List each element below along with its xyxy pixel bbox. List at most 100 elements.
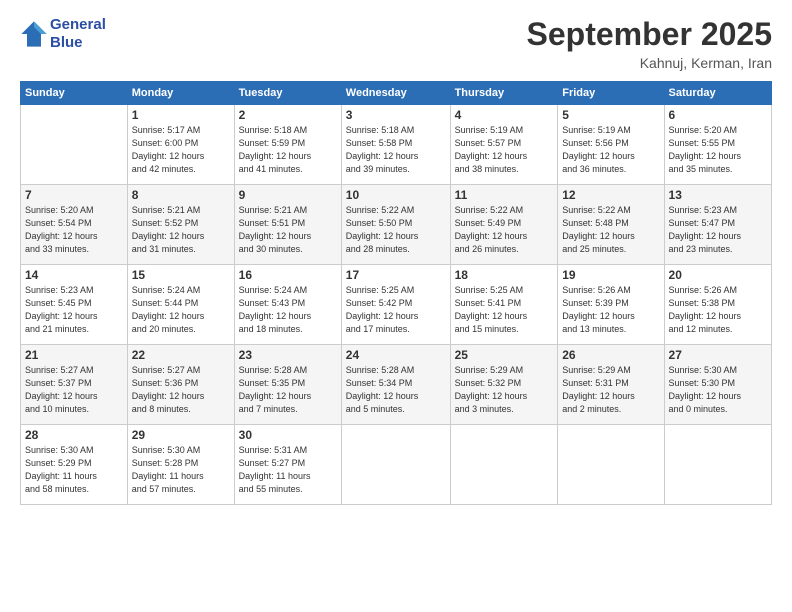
week-row-5: 28Sunrise: 5:30 AM Sunset: 5:29 PM Dayli… (21, 425, 772, 505)
cell-info: Sunrise: 5:23 AM Sunset: 5:47 PM Dayligh… (669, 204, 767, 256)
day-number: 9 (239, 188, 337, 202)
calendar-cell: 1 Sunrise: 5:17 AM Sunset: 6:00 PM Daylig… (127, 105, 234, 185)
cell-info: Sunrise: 5:31 AM Sunset: 5:27 PM Dayligh… (239, 444, 337, 496)
day-number: 7 (25, 188, 123, 202)
location: Kahnuj, Kerman, Iran (527, 55, 772, 71)
cell-info: Sunrise: 5:27 AM Sunset: 5:37 PM Dayligh… (25, 364, 123, 416)
day-number: 24 (346, 348, 446, 362)
cell-info: Sunrise: 5:26 AM Sunset: 5:39 PM Dayligh… (562, 284, 659, 336)
day-number: 29 (132, 428, 230, 442)
calendar-cell: 29 Sunrise: 5:30 AM Sunset: 5:28 PM Dayli… (127, 425, 234, 505)
day-number: 19 (562, 268, 659, 282)
calendar-cell: 14 Sunrise: 5:23 AM Sunset: 5:45 PM Dayli… (21, 265, 128, 345)
calendar-cell: 2 Sunrise: 5:18 AM Sunset: 5:59 PM Daylig… (234, 105, 341, 185)
header-row: SundayMondayTuesdayWednesdayThursdayFrid… (21, 82, 772, 105)
col-header-friday: Friday (558, 82, 664, 105)
calendar-cell: 5Sunrise: 5:19 AM Sunset: 5:56 PM Daylig… (558, 105, 664, 185)
title-block: September 2025 Kahnuj, Kerman, Iran (527, 16, 772, 71)
day-number: 21 (25, 348, 123, 362)
calendar-cell: 26Sunrise: 5:29 AM Sunset: 5:31 PM Dayli… (558, 345, 664, 425)
cell-info: Sunrise: 5:28 AM Sunset: 5:35 PM Dayligh… (239, 364, 337, 416)
week-row-4: 21 Sunrise: 5:27 AM Sunset: 5:37 PM Dayli… (21, 345, 772, 425)
cell-info: Sunrise: 5:27 AM Sunset: 5:36 PM Dayligh… (132, 364, 230, 416)
page: General Blue September 2025 Kahnuj, Kerm… (0, 0, 792, 612)
day-number: 10 (346, 188, 446, 202)
day-number: 28 (25, 428, 123, 442)
day-number: 3 (346, 108, 446, 122)
cell-info: Sunrise: 5:25 AM Sunset: 5:42 PM Dayligh… (346, 284, 446, 336)
col-header-thursday: Thursday (450, 82, 558, 105)
cell-info: Sunrise: 5:29 AM Sunset: 5:32 PM Dayligh… (455, 364, 554, 416)
calendar-cell: 25 Sunrise: 5:29 AM Sunset: 5:32 PM Dayli… (450, 345, 558, 425)
cell-info: Sunrise: 5:22 AM Sunset: 5:49 PM Dayligh… (455, 204, 554, 256)
cell-info: Sunrise: 5:21 AM Sunset: 5:52 PM Dayligh… (132, 204, 230, 256)
cell-info: Sunrise: 5:22 AM Sunset: 5:48 PM Dayligh… (562, 204, 659, 256)
day-number: 14 (25, 268, 123, 282)
day-number: 13 (669, 188, 767, 202)
col-header-tuesday: Tuesday (234, 82, 341, 105)
logo-icon (20, 20, 48, 48)
col-header-saturday: Saturday (664, 82, 771, 105)
calendar-cell: 17Sunrise: 5:25 AM Sunset: 5:42 PM Dayli… (341, 265, 450, 345)
calendar-cell (341, 425, 450, 505)
calendar-cell: 4Sunrise: 5:19 AM Sunset: 5:57 PM Daylig… (450, 105, 558, 185)
day-number: 25 (455, 348, 554, 362)
calendar-cell: 9 Sunrise: 5:21 AM Sunset: 5:51 PM Daylig… (234, 185, 341, 265)
logo: General Blue (20, 16, 106, 52)
cell-info: Sunrise: 5:18 AM Sunset: 5:59 PM Dayligh… (239, 124, 337, 176)
day-number: 8 (132, 188, 230, 202)
calendar-cell: 3 Sunrise: 5:18 AM Sunset: 5:58 PM Daylig… (341, 105, 450, 185)
day-number: 23 (239, 348, 337, 362)
calendar-cell: 16Sunrise: 5:24 AM Sunset: 5:43 PM Dayli… (234, 265, 341, 345)
cell-info: Sunrise: 5:24 AM Sunset: 5:44 PM Dayligh… (132, 284, 230, 336)
calendar-cell: 27Sunrise: 5:30 AM Sunset: 5:30 PM Dayli… (664, 345, 771, 425)
cell-info: Sunrise: 5:19 AM Sunset: 5:57 PM Dayligh… (455, 124, 554, 176)
calendar-cell: 24 Sunrise: 5:28 AM Sunset: 5:34 PM Dayli… (341, 345, 450, 425)
cell-info: Sunrise: 5:17 AM Sunset: 6:00 PM Dayligh… (132, 124, 230, 176)
header: General Blue September 2025 Kahnuj, Kerm… (20, 16, 772, 71)
day-number: 1 (132, 108, 230, 122)
day-number: 18 (455, 268, 554, 282)
col-header-wednesday: Wednesday (341, 82, 450, 105)
cell-info: Sunrise: 5:20 AM Sunset: 5:54 PM Dayligh… (25, 204, 123, 256)
calendar-cell: 6Sunrise: 5:20 AM Sunset: 5:55 PM Daylig… (664, 105, 771, 185)
calendar-cell: 30 Sunrise: 5:31 AM Sunset: 5:27 PM Dayli… (234, 425, 341, 505)
month-title: September 2025 (527, 16, 772, 53)
calendar-cell: 28Sunrise: 5:30 AM Sunset: 5:29 PM Dayli… (21, 425, 128, 505)
week-row-2: 7 Sunrise: 5:20 AM Sunset: 5:54 PM Daylig… (21, 185, 772, 265)
day-number: 20 (669, 268, 767, 282)
cell-info: Sunrise: 5:30 AM Sunset: 5:30 PM Dayligh… (669, 364, 767, 416)
calendar-cell: 10 Sunrise: 5:22 AM Sunset: 5:50 PM Dayli… (341, 185, 450, 265)
calendar-cell: 13 Sunrise: 5:23 AM Sunset: 5:47 PM Dayli… (664, 185, 771, 265)
calendar-cell (450, 425, 558, 505)
cell-info: Sunrise: 5:20 AM Sunset: 5:55 PM Dayligh… (669, 124, 767, 176)
day-number: 15 (132, 268, 230, 282)
cell-info: Sunrise: 5:21 AM Sunset: 5:51 PM Dayligh… (239, 204, 337, 256)
col-header-sunday: Sunday (21, 82, 128, 105)
calendar-cell: 15 Sunrise: 5:24 AM Sunset: 5:44 PM Dayli… (127, 265, 234, 345)
calendar-cell: 7 Sunrise: 5:20 AM Sunset: 5:54 PM Daylig… (21, 185, 128, 265)
cell-info: Sunrise: 5:22 AM Sunset: 5:50 PM Dayligh… (346, 204, 446, 256)
col-header-monday: Monday (127, 82, 234, 105)
day-number: 2 (239, 108, 337, 122)
cell-info: Sunrise: 5:26 AM Sunset: 5:38 PM Dayligh… (669, 284, 767, 336)
calendar-cell: 23 Sunrise: 5:28 AM Sunset: 5:35 PM Dayli… (234, 345, 341, 425)
calendar-cell: 12Sunrise: 5:22 AM Sunset: 5:48 PM Dayli… (558, 185, 664, 265)
day-number: 26 (562, 348, 659, 362)
week-row-1: 1 Sunrise: 5:17 AM Sunset: 6:00 PM Daylig… (21, 105, 772, 185)
calendar-cell: 20 Sunrise: 5:26 AM Sunset: 5:38 PM Dayli… (664, 265, 771, 345)
cell-info: Sunrise: 5:25 AM Sunset: 5:41 PM Dayligh… (455, 284, 554, 336)
week-row-3: 14 Sunrise: 5:23 AM Sunset: 5:45 PM Dayli… (21, 265, 772, 345)
cell-info: Sunrise: 5:28 AM Sunset: 5:34 PM Dayligh… (346, 364, 446, 416)
cell-info: Sunrise: 5:23 AM Sunset: 5:45 PM Dayligh… (25, 284, 123, 336)
day-number: 22 (132, 348, 230, 362)
day-number: 30 (239, 428, 337, 442)
calendar-cell: 21 Sunrise: 5:27 AM Sunset: 5:37 PM Dayli… (21, 345, 128, 425)
day-number: 16 (239, 268, 337, 282)
logo-text: General Blue (50, 16, 106, 52)
day-number: 11 (455, 188, 554, 202)
cell-info: Sunrise: 5:18 AM Sunset: 5:58 PM Dayligh… (346, 124, 446, 176)
cell-info: Sunrise: 5:30 AM Sunset: 5:28 PM Dayligh… (132, 444, 230, 496)
calendar-cell (664, 425, 771, 505)
calendar-cell: 8 Sunrise: 5:21 AM Sunset: 5:52 PM Daylig… (127, 185, 234, 265)
